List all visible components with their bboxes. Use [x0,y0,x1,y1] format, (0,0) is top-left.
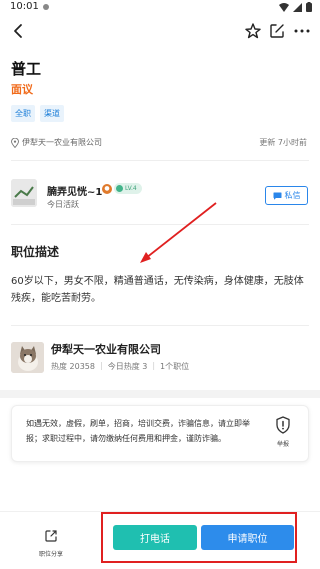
chat-bubble-icon [273,192,281,200]
tag-channel: 渠道 [40,105,64,122]
back-arrow-icon[interactable] [9,21,29,41]
company-name[interactable]: 伊犁天一农业有限公司 [51,341,161,357]
location-pin-icon [11,137,19,148]
company-line-name: 伊犁天一农业有限公司 [22,138,102,147]
divider [11,325,309,326]
company-stats: 热度 20358 | 今日热度 3 | 1个职位 [51,361,189,372]
company-positions: 1个职位 [160,362,190,371]
job-tags: 全职 渠道 [11,105,64,122]
share-icon [45,530,57,542]
description-text: 60岁以下，男女不限，精通普通话，无传染病，身体健康，无肢体残疾，能吃苦耐劳。 [11,276,304,304]
separator: | [100,361,103,370]
salary: 面议 [11,83,33,96]
report-label: 举报 [276,441,289,448]
fraud-notice-card: 如遇无效，虚假，刷单，招商，培训交费，诈骗信息，请立即举报；求职过程中，请勿缴纳… [11,405,309,462]
recruiter-avatar[interactable] [11,179,37,207]
share-job-button[interactable]: 职位分享 [31,528,71,558]
cat-image [11,342,44,373]
notification-dot-icon [43,4,49,10]
battery-icon [306,2,312,12]
bottom-action-bar: 职位分享 打电话 申请职位 [0,511,320,569]
company-today-heat: 今日热度 3 [107,362,148,371]
edit-share-icon[interactable] [267,21,287,41]
tag-fulltime: 全职 [11,105,35,122]
status-bar: 10:01 [0,0,320,14]
more-options-icon[interactable] [292,21,312,41]
company-location[interactable]: 伊犁天一农业有限公司 [11,137,102,148]
verified-badge-icon: ● [102,184,112,194]
top-bar [0,18,320,44]
description-heading: 职位描述 [11,245,60,259]
status-icons [279,2,312,12]
company-heat: 热度 20358 [51,362,95,371]
company-logo[interactable] [11,342,44,373]
report-button[interactable]: 举报 [268,416,298,452]
separator: | [152,361,156,370]
divider [11,224,309,225]
level-text: LV.4 [125,185,137,192]
section-band [0,390,320,398]
signal-icon [293,2,302,12]
message-button-label: 私信 [284,191,301,200]
recruiter-name: 腩弄见恍~1 [47,187,103,198]
wifi-icon [279,2,289,12]
report-shield-icon [276,416,290,434]
job-title: 普工 [11,60,42,78]
update-time: 更新 7小时前 [259,138,307,147]
share-label: 职位分享 [38,551,63,558]
star-icon[interactable] [243,21,263,41]
message-button[interactable]: 私信 [265,186,308,205]
level-badge: LV.4 [114,183,142,194]
call-button[interactable]: 打电话 [113,525,197,550]
status-time: 10:01 [10,1,39,12]
divider [11,160,309,161]
level-icon [116,185,123,192]
avatar-image [11,179,37,207]
recruiter-active-status: 今日活跃 [47,200,79,209]
apply-button[interactable]: 申请职位 [201,525,294,550]
fraud-notice-text: 如遇无效，虚假，刷单，招商，培训交费，诈骗信息，请立即举报；求职过程中，请勿缴纳… [26,419,250,443]
